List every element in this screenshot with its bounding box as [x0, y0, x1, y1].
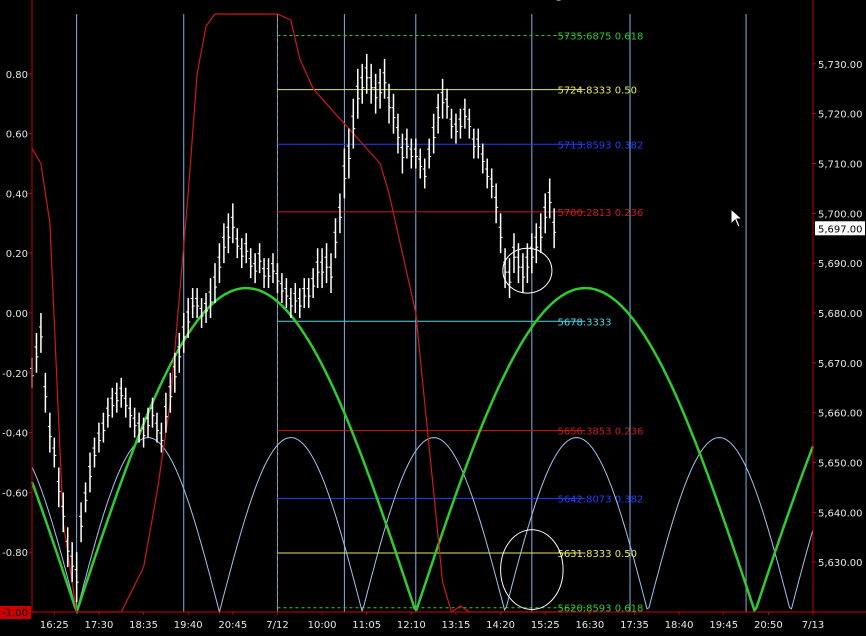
bottom-tick-label: 15:25	[531, 620, 560, 631]
bottom-tick-label: 11:05	[352, 620, 381, 631]
right-tick-label: 5,720.00	[818, 110, 863, 121]
left-tick-label: 0.20	[6, 249, 28, 260]
right-tick-label: 5,660.00	[818, 409, 863, 420]
fib-label-fib_levels_lower-2: 5631.8333 0.50	[557, 549, 637, 560]
bottom-tick-label: 7/12	[266, 620, 288, 631]
bottom-tick-label: 16:30	[575, 620, 604, 631]
right-axis: 5,730.00 5,720.00 5,710.00 5,700.00 5,690.00…	[813, 60, 865, 569]
bottom-tick-label: 14:20	[486, 620, 515, 631]
left-tick-label: 0.80	[6, 70, 28, 81]
bottom-tick-label: 16:25	[40, 620, 69, 631]
fib-label-fib_levels_lower-1: 5642.8073 0.382	[557, 494, 643, 505]
mouse-pointer-icon	[730, 208, 744, 228]
right-tick-label: 5,650.00	[818, 459, 863, 470]
bottom-tick-label: 19:40	[174, 620, 203, 631]
blue-cycle-path	[31, 437, 814, 614]
fib-label-mid: 5678.3333	[557, 317, 611, 328]
left-current-value: -1.00	[2, 608, 28, 619]
green-cycle-path	[30, 286, 815, 615]
vertical-gridlines	[76, 14, 747, 612]
right-tick-label: 5,640.00	[818, 508, 863, 519]
left-axis: 0.80 0.60 0.40 0.20 0.00 -0.20 -0.40 -0.60 -0.80…	[0, 70, 32, 619]
left-tick-label: -0.40	[2, 429, 28, 440]
right-tick-label: 5,680.00	[818, 309, 863, 320]
fib-label-fib_levels_upper-0: 5735.6875 0.618	[557, 31, 643, 42]
left-tick-label: 0.60	[6, 130, 28, 141]
bottom-tick-label: 17:35	[620, 620, 649, 631]
bottom-tick-label: 20:50	[754, 620, 783, 631]
fib-label-fib_levels_lower-3: 5620.8593 0.618	[557, 604, 643, 615]
fib-label-fib_levels_upper-3: 5700.2813 0.236	[557, 208, 643, 219]
bottom-tick-label: 18:35	[129, 620, 158, 631]
bottom-tick-label: 18:40	[665, 620, 694, 631]
plot-frame	[0, 0, 866, 613]
bottom-tick-label: 19:45	[709, 620, 738, 631]
fib-label-fib_levels_upper-2: 5713.8593 0.382	[557, 140, 643, 151]
left-tick-label: 0.40	[6, 189, 28, 200]
bottom-axis: 16:25 17:30 18:35 19:40 20:45 7/12 10:00 11:05 1…	[40, 612, 824, 631]
left-tick-label: 0.00	[6, 309, 28, 320]
bottom-tick-label: 7/13	[802, 620, 824, 631]
right-tick-label: 5,690.00	[818, 259, 863, 270]
left-tick-label: -0.80	[2, 548, 28, 559]
bottom-tick-label: 13:15	[442, 620, 471, 631]
bottom-tick-label: 10:00	[308, 620, 337, 631]
right-tick-label: 5,630.00	[818, 558, 863, 569]
left-tick-label: -0.60	[2, 488, 28, 499]
right-tick-label: 5,700.00	[818, 209, 863, 220]
fib-label-fib_levels_lower-0: 5656.3853 0.236	[557, 427, 643, 438]
left-tick-label: -0.20	[2, 369, 28, 380]
right-tick-label: 5,670.00	[818, 359, 863, 370]
bottom-tick-label: 12:10	[397, 620, 426, 631]
right-tick-label: 5,730.00	[818, 60, 863, 71]
bottom-tick-label: 20:45	[218, 620, 247, 631]
price-chart[interactable]: 5735.6875 0.618 5724.8333 0.50 5713.8593 0…	[0, 0, 866, 632]
green-cycle-curve	[30, 286, 815, 615]
bottom-tick-label: 17:30	[85, 620, 114, 631]
blue-cycle-curve	[31, 437, 814, 614]
fib-label-fib_levels_upper-1: 5724.8333 0.50	[557, 86, 637, 97]
current-price-label: 5,697.00	[818, 224, 863, 235]
right-tick-label: 5,710.00	[818, 160, 863, 171]
chart-root: 5735.6875 0.618 5724.8333 0.50 5713.8593 0…	[0, 0, 866, 632]
